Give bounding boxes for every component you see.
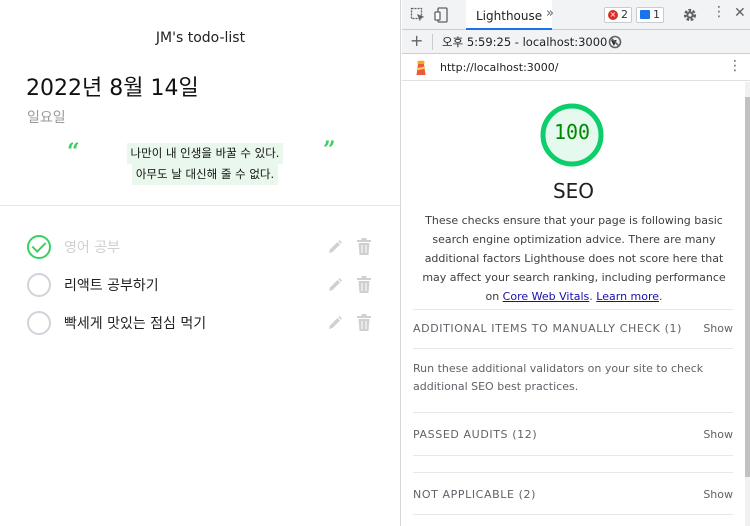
gear-icon[interactable] [682, 7, 698, 23]
error-count: 2 [621, 8, 628, 21]
group-title: PASSED AUDITS (12) [413, 428, 538, 441]
report-url-bar: http://localhost:3000/ ⋮ [402, 55, 750, 81]
more-tabs-button[interactable]: » [546, 6, 554, 21]
inspect-element-icon[interactable] [410, 7, 426, 23]
message-count-badge[interactable]: 1 [636, 7, 664, 23]
trash-icon[interactable] [356, 314, 372, 331]
error-count-badge[interactable]: × 2 [604, 7, 632, 23]
devtools-menu-icon[interactable]: ⋮ [712, 5, 726, 19]
quote-line-2: 아무도 날 대신해 줄 수 없다. [131, 164, 279, 185]
group-divider [413, 455, 733, 456]
group-description: Run these additional validators on your … [413, 362, 704, 393]
group-header-passed[interactable]: PASSED AUDITS (12) Show [413, 428, 733, 448]
show-toggle[interactable]: Show [703, 428, 733, 441]
group-header-not-applicable[interactable]: NOT APPLICABLE (2) Show [413, 488, 733, 508]
current-weekday: 일요일 [27, 110, 66, 126]
score-value: 100 [553, 120, 591, 144]
error-icon: × [608, 10, 618, 20]
core-web-vitals-link[interactable]: Core Web Vitals [503, 290, 590, 303]
daily-quote: 나만이 내 인생을 바꿀 수 있다. 아무도 날 대신해 줄 수 없다. [120, 143, 290, 185]
group-header-manual[interactable]: ADDITIONAL ITEMS TO MANUALLY CHECK (1) S… [413, 322, 733, 342]
screen: JM's todo-list 2022년 8월 14일 일요일 “ 나만이 내 … [0, 0, 750, 526]
trash-icon[interactable] [356, 276, 372, 293]
todo-item: 빡세게 맛있는 점심 먹기 [0, 304, 401, 342]
show-toggle[interactable]: Show [703, 322, 733, 335]
description-text: . [659, 290, 663, 303]
learn-more-link[interactable]: Learn more [596, 290, 659, 303]
open-quote-icon: “ [67, 139, 80, 165]
group-title: ADDITIONAL ITEMS TO MANUALLY CHECK (1) [413, 322, 682, 335]
todo-checkbox[interactable] [27, 273, 51, 297]
todo-text[interactable]: 리액트 공부하기 [64, 275, 159, 295]
group-title: NOT APPLICABLE (2) [413, 488, 536, 501]
scrollbar-thumb[interactable] [745, 97, 750, 477]
category-description: These checks ensure that your page is fo… [414, 211, 734, 306]
pencil-icon[interactable] [327, 239, 343, 255]
trash-icon[interactable] [356, 238, 372, 255]
todo-text[interactable]: 빡세게 맛있는 점심 먹기 [64, 313, 206, 333]
group-divider [413, 309, 733, 310]
lighthouse-icon [416, 60, 426, 75]
toolbar-separator [432, 34, 433, 50]
report-url: http://localhost:3000/ [440, 61, 559, 74]
clear-reports-icon[interactable] [608, 35, 622, 49]
lighthouse-report: 100 SEO These checks ensure that your pa… [402, 82, 745, 526]
report-scrollbar[interactable] [745, 82, 750, 526]
report-select[interactable]: 오후 5:59:25 - localhost:3000 ▾ [442, 34, 617, 50]
todo-app: JM's todo-list 2022년 8월 14일 일요일 “ 나만이 내 … [0, 0, 401, 526]
device-toolbar-icon[interactable] [434, 7, 450, 23]
todo-checkbox[interactable] [27, 311, 51, 335]
group-divider [413, 472, 733, 473]
todo-list: 영어 공부 리액트 공부하기 빡세게 맛있는 점심 먹기 [0, 228, 401, 342]
group-divider [413, 348, 733, 349]
todo-item: 리액트 공부하기 [0, 266, 401, 304]
close-icon[interactable]: ✕ [734, 5, 746, 21]
category-title: SEO [552, 179, 595, 203]
message-count: 1 [653, 8, 660, 21]
close-quote-icon: ” [323, 137, 336, 163]
group-divider [413, 514, 733, 515]
devtools-tabbar: Lighthouse » × 2 1 ⋮ ✕ [402, 0, 750, 30]
pencil-icon[interactable] [327, 315, 343, 331]
new-report-button[interactable]: + [410, 31, 423, 50]
todo-text[interactable]: 영어 공부 [64, 237, 120, 257]
header-divider [0, 205, 401, 206]
show-toggle[interactable]: Show [703, 488, 733, 501]
app-title: JM's todo-list [155, 30, 246, 46]
pencil-icon[interactable] [327, 277, 343, 293]
report-menu-icon[interactable]: ⋮ [728, 58, 742, 74]
todo-item: 영어 공부 [0, 228, 401, 266]
devtools-panel: Lighthouse » × 2 1 ⋮ ✕ + 오후 5:59:25 - lo… [402, 0, 750, 526]
todo-checkbox-checked[interactable] [27, 235, 51, 259]
message-icon [640, 10, 650, 19]
group-divider [413, 412, 733, 413]
lighthouse-toolbar: + 오후 5:59:25 - localhost:3000 ▾ [402, 30, 750, 54]
current-date: 2022년 8월 14일 [26, 76, 199, 101]
quote-line-1: 나만이 내 인생을 바꿀 수 있다. [126, 143, 284, 164]
tab-lighthouse[interactable]: Lighthouse [466, 0, 553, 30]
